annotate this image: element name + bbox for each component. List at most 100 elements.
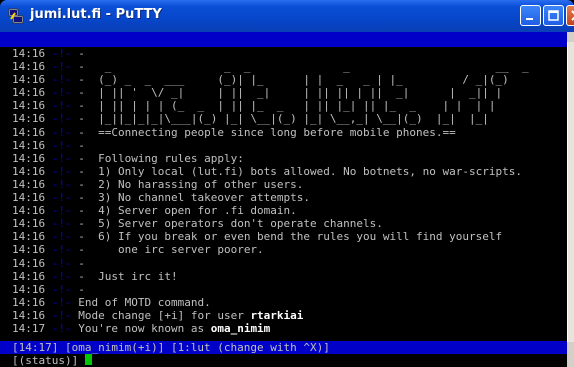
terminal-area[interactable]: 14:16 -!- -14:16 -!- - _ _ _ _ __ _ 14:16… [0,32,574,367]
input-line[interactable]: [(status)] [0,354,567,367]
timestamp: 14:16 [12,164,46,178]
timestamp: 14:16 [12,138,46,152]
timestamp: 14:16 [12,295,46,309]
message-line: 14:16 -!- - [12,257,529,270]
timestamp: 14:16 [12,86,46,100]
server-marker: -!- [51,177,72,191]
title-bar[interactable]: jumi.lut.fi - PuTTY [0,0,574,32]
message-text: - (_) _ _ ___ (_)| |_ | | _ _ | |_ / _|(… [78,73,509,87]
server-marker: -!- [51,243,72,257]
message-line: 14:17 -!- You're now known as oma_nimim [12,322,529,335]
timestamp: 14:16 [12,256,46,270]
message-text: Mode change [+i] for user [78,308,251,322]
server-marker: -!- [51,112,72,126]
timestamp: 14:16 [12,73,46,87]
message-text: - 4) Server open for .fi domain. [78,204,297,218]
nickname: oma_nimim [210,321,271,335]
message-log: 14:16 -!- -14:16 -!- - _ _ _ _ __ _ 14:16… [12,47,529,335]
close-button[interactable] [566,5,574,26]
timestamp: 14:16 [12,217,46,231]
message-text: - [78,47,85,60]
timestamp: 14:16 [12,177,46,191]
message-text: - Just irc it! [78,269,178,283]
message-line: 14:16 -!- - _ _ _ _ __ _ [12,60,529,73]
server-marker: -!- [51,151,72,165]
message-line: 14:16 -!- - 3) No channel takeover attem… [12,191,529,204]
message-text: - 1) Only local (lut.fi) bots allowed. N… [78,164,522,178]
scrollbar[interactable] [567,32,574,367]
message-text: - _ _ _ _ __ _ [78,60,529,74]
timestamp: 14:16 [12,204,46,218]
window-title: jumi.lut.fi - PuTTY [30,7,162,22]
timestamp: 14:16 [12,99,46,113]
server-marker: -!- [51,308,72,322]
status-bar: [14:17] [oma_nimim(+i)] [1:lut (change w… [0,341,567,354]
message-line: 14:16 -!- - 2) No harassing of other use… [12,178,529,191]
message-line: 14:16 -!- End of MOTD command. [12,296,529,309]
server-marker: -!- [51,125,72,139]
timestamp: 14:16 [12,230,46,244]
server-marker: -!- [51,217,72,231]
server-marker: -!- [51,86,72,100]
server-marker: -!- [51,60,72,74]
message-line: 14:16 -!- - (_) _ _ ___ (_)| |_ | | _ _ … [12,73,529,86]
server-marker: -!- [51,204,72,218]
timestamp: 14:16 [12,60,46,74]
putty-icon[interactable] [8,8,24,24]
timestamp: 14:16 [12,47,46,60]
server-marker: -!- [51,73,72,87]
server-marker: -!- [51,138,72,152]
text-cursor [84,354,92,365]
server-marker: -!- [51,269,72,283]
server-marker: -!- [51,230,72,244]
timestamp: 14:17 [12,321,46,335]
message-text: - | || ' \/ _| | || _| | || || | || _| |… [78,86,503,100]
timestamp: 14:16 [12,308,46,322]
timestamp: 14:16 [12,282,46,296]
message-text: - [78,282,85,296]
topic-bar [0,32,567,47]
message-line: 14:16 -!- - |_||_|_|_|\___|(_) |_| \__|(… [12,112,529,125]
scrollbar-thumb[interactable] [567,42,574,342]
server-marker: -!- [51,99,72,113]
message-text: - [78,138,85,152]
server-marker: -!- [51,47,72,60]
server-marker: -!- [51,164,72,178]
timestamp: 14:16 [12,191,46,205]
minimize-button[interactable] [520,5,541,26]
message-text: - | || | | | (_ _ | || |_ _ | || |_| || … [78,99,496,113]
server-marker: -!- [51,295,72,309]
message-text: End of MOTD command. [78,295,211,309]
message-line: 14:16 -!- - 1) Only local (lut.fi) bots … [12,165,529,178]
message-line: 14:16 -!- - one irc server poorer. [12,243,529,256]
message-line: 14:16 -!- - Just irc it! [12,270,529,283]
message-text: - one irc server poorer. [78,243,264,257]
message-text: - ==Connecting people since long before … [78,125,456,139]
server-marker: -!- [51,191,72,205]
message-text: - |_||_|_|_|\___|(_) |_| \__|(_) |_| \__… [78,112,489,126]
message-line: 14:16 -!- - ==Connecting people since lo… [12,126,529,139]
message-text: - 3) No channel takeover attempts. [78,191,311,205]
input-prompt: [(status)] [12,354,85,367]
timestamp: 14:16 [12,269,46,283]
timestamp: 14:16 [12,243,46,257]
message-line: 14:16 -!- - | || ' \/ _| | || _| | || ||… [12,86,529,99]
timestamp: 14:16 [12,112,46,126]
message-text: - Following rules apply: [78,151,244,165]
server-marker: -!- [51,282,72,296]
message-text: - 5) Server operators don't operate chan… [78,217,383,231]
message-line: 14:16 -!- - [12,47,529,60]
maximize-button[interactable] [543,5,564,26]
timestamp: 14:16 [12,151,46,165]
message-line: 14:16 -!- - 5) Server operators don't op… [12,217,529,230]
message-line: 14:16 -!- - | || | | | (_ _ | || |_ _ | … [12,99,529,112]
message-line: 14:16 -!- - [12,139,529,152]
timestamp: 14:16 [12,125,46,139]
server-marker: -!- [51,321,72,335]
message-line: 14:16 -!- - 4) Server open for .fi domai… [12,204,529,217]
message-line: 14:16 -!- - Following rules apply: [12,152,529,165]
message-text: You're now known as [78,321,211,335]
message-text: - 2) No harassing of other users. [78,177,304,191]
putty-window: jumi.lut.fi - PuTTY 14:16 -!- -14:16 -!-… [0,0,574,367]
message-line: 14:16 -!- - 6) If you break or even bend… [12,230,529,243]
